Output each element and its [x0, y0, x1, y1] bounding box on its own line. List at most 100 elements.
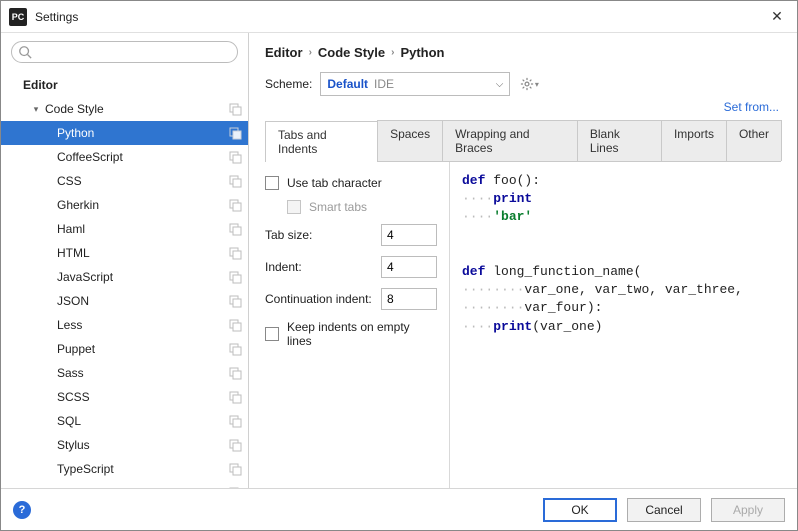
scheme-scope-icon	[228, 174, 242, 188]
setfrom-row: Set from...	[265, 100, 781, 114]
window-title: Settings	[35, 10, 765, 24]
tree-node-scss[interactable]: SCSS	[1, 385, 248, 409]
form-column: Use tab character Smart tabs Tab size: I…	[249, 162, 449, 488]
tree-node-sass[interactable]: Sass	[1, 361, 248, 385]
tree-node-gherkin[interactable]: Gherkin	[1, 193, 248, 217]
main-header: Editor › Code Style › Python Scheme: Def…	[249, 33, 797, 162]
checkbox-icon[interactable]	[265, 327, 279, 341]
indent-input[interactable]	[381, 256, 437, 278]
tree-node-editor[interactable]: Editor	[1, 73, 248, 97]
settings-window: PC Settings ✕ Editor ▾ Code Style	[0, 0, 798, 531]
set-from-link[interactable]: Set from...	[724, 100, 779, 114]
scheme-scope-icon	[228, 486, 242, 488]
scheme-select[interactable]: Default IDE ⌵	[320, 72, 510, 96]
keep-empty-row[interactable]: Keep indents on empty lines	[265, 320, 437, 348]
breadcrumb-part: Code Style	[318, 45, 385, 60]
footer: ? OK Cancel Apply	[1, 488, 797, 530]
tab-imports[interactable]: Imports	[661, 120, 727, 161]
scheme-scope-icon	[228, 270, 242, 284]
keep-empty-label: Keep indents on empty lines	[287, 320, 437, 348]
scheme-scope-icon	[228, 246, 242, 260]
tree-label: Puppet	[57, 342, 228, 356]
tree-label: CoffeeScript	[57, 150, 228, 164]
search-row	[1, 33, 248, 69]
tree-label: SQL	[57, 414, 228, 428]
breadcrumb-part: Editor	[265, 45, 303, 60]
tree-node-coffeescript[interactable]: CoffeeScript	[1, 145, 248, 169]
chevron-right-icon: ›	[391, 47, 394, 58]
sidebar: Editor ▾ Code Style Python CoffeeScript CS…	[1, 33, 249, 488]
checkbox-icon[interactable]	[265, 176, 279, 190]
tree-label: TypeScript	[57, 462, 228, 476]
tree-node-puppet[interactable]: Puppet	[1, 337, 248, 361]
code-preview: def foo(): ····print ····'bar' def long_…	[449, 162, 797, 488]
tab-size-row: Tab size:	[265, 224, 437, 246]
tree-label: Less	[57, 318, 228, 332]
ok-button[interactable]: OK	[543, 498, 617, 522]
gear-icon	[520, 77, 534, 91]
tree-node-javascript[interactable]: JavaScript	[1, 265, 248, 289]
search-input[interactable]	[11, 41, 238, 63]
scheme-value-default: Default	[327, 77, 368, 91]
close-icon[interactable]: ✕	[765, 8, 789, 25]
use-tab-label: Use tab character	[287, 176, 382, 190]
breadcrumb-part: Python	[400, 45, 444, 60]
tab-panel: Use tab character Smart tabs Tab size: I…	[249, 162, 797, 488]
chevron-right-icon: ›	[309, 47, 312, 58]
tab-size-label: Tab size:	[265, 228, 373, 242]
continuation-row: Continuation indent:	[265, 288, 437, 310]
tree-label: Sass	[57, 366, 228, 380]
tab-spaces[interactable]: Spaces	[377, 120, 443, 161]
tree-node-haml[interactable]: Haml	[1, 217, 248, 241]
tree-label: Stylus	[57, 438, 228, 452]
scheme-scope-icon	[228, 462, 242, 476]
scheme-value-scope: IDE	[374, 77, 394, 91]
search-icon	[18, 45, 32, 59]
tree-node-html[interactable]: HTML	[1, 241, 248, 265]
chevron-down-icon: ⌵	[496, 79, 504, 90]
tree-label: JavaScript	[57, 270, 228, 284]
indent-row: Indent:	[265, 256, 437, 278]
main-panel: Editor › Code Style › Python Scheme: Def…	[249, 33, 797, 488]
scheme-scope-icon	[228, 414, 242, 428]
titlebar: PC Settings ✕	[1, 1, 797, 33]
scheme-actions-button[interactable]: ▾	[518, 73, 540, 95]
chevron-down-icon: ▾	[535, 80, 539, 89]
tabbar: Tabs and IndentsSpacesWrapping and Brace…	[265, 120, 781, 162]
help-icon[interactable]: ?	[13, 501, 31, 519]
tree-node-less[interactable]: Less	[1, 313, 248, 337]
tree-node-sql[interactable]: SQL	[1, 409, 248, 433]
tree-node-json[interactable]: JSON	[1, 289, 248, 313]
tab-wrapping-and-braces[interactable]: Wrapping and Braces	[442, 120, 578, 161]
use-tab-row[interactable]: Use tab character	[265, 176, 437, 190]
continuation-input[interactable]	[381, 288, 437, 310]
tree-label: CSS	[57, 174, 228, 188]
apply-button: Apply	[711, 498, 785, 522]
scheme-scope-icon	[228, 438, 242, 452]
tab-size-input[interactable]	[381, 224, 437, 246]
scheme-scope-icon	[228, 390, 242, 404]
tab-blank-lines[interactable]: Blank Lines	[577, 120, 662, 161]
scheme-scope-icon	[228, 198, 242, 212]
scheme-scope-icon	[228, 102, 242, 116]
smart-tabs-row: Smart tabs	[265, 200, 437, 214]
tab-tabs-and-indents[interactable]: Tabs and Indents	[265, 121, 378, 162]
tree-node-xml[interactable]: XML	[1, 481, 248, 488]
tree-node-css[interactable]: CSS	[1, 169, 248, 193]
tree-label: Code Style	[45, 102, 228, 116]
tree-node-python[interactable]: Python	[1, 121, 248, 145]
tree-node-stylus[interactable]: Stylus	[1, 433, 248, 457]
tab-other[interactable]: Other	[726, 120, 782, 161]
scheme-scope-icon	[228, 150, 242, 164]
tree-label: HTML	[57, 246, 228, 260]
scheme-scope-icon	[228, 318, 242, 332]
smart-tabs-label: Smart tabs	[309, 200, 367, 214]
tree-node-typescript[interactable]: TypeScript	[1, 457, 248, 481]
tree-node-code-style[interactable]: ▾ Code Style	[1, 97, 248, 121]
indent-label: Indent:	[265, 260, 373, 274]
tree-label: SCSS	[57, 390, 228, 404]
cancel-button[interactable]: Cancel	[627, 498, 701, 522]
settings-tree[interactable]: Editor ▾ Code Style Python CoffeeScript CS…	[1, 69, 248, 488]
tree-label: Haml	[57, 222, 228, 236]
body: Editor ▾ Code Style Python CoffeeScript CS…	[1, 33, 797, 488]
